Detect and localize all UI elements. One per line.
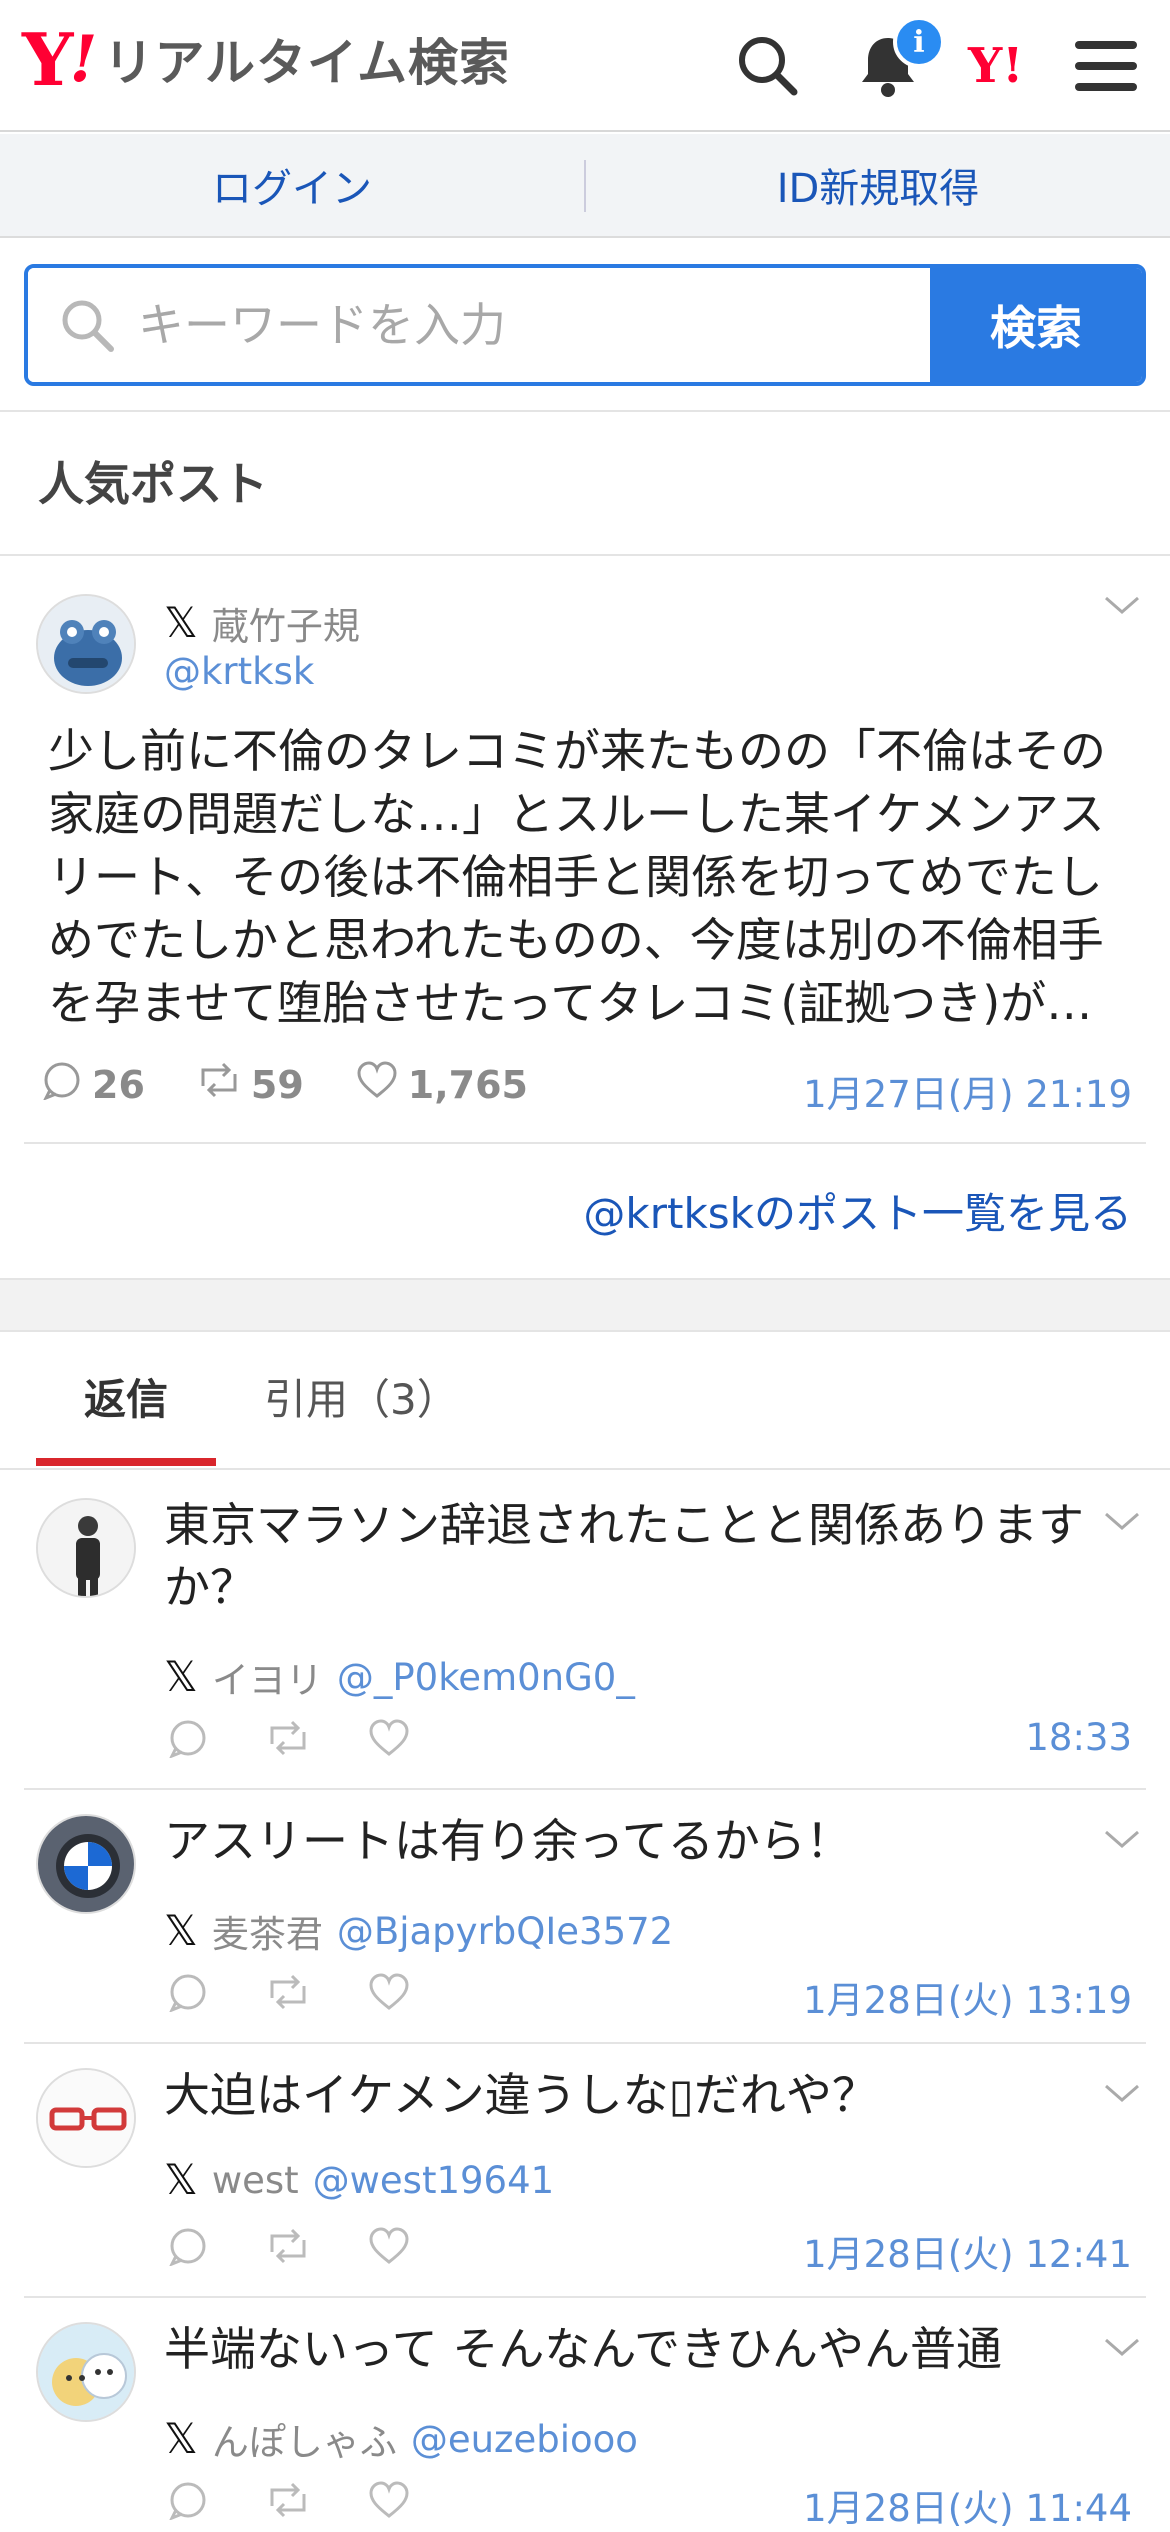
logo-y: Y [22,17,73,102]
post-avatar[interactable] [36,594,136,694]
logo-text: リアルタイム検索 [103,34,510,92]
reply-date[interactable]: 18:33 [1025,1716,1132,1759]
post-date[interactable]: 1月27日(月) 21:19 [803,1064,1132,1118]
reply-author-row: 𝕏 イヨリ @_P0kem0nG0_ [164,1650,635,1704]
post-stats: 26 59 1,765 [42,1060,528,1109]
reply-text: 東京マラソン辞退されたことと関係ありますか？ [164,1498,1084,1614]
reply-avatar[interactable] [36,2068,136,2168]
reply-author-handle[interactable]: @west19641 [313,2159,555,2202]
reply-count: 26 [92,1062,145,1107]
tab-quotes[interactable]: 引用（3） [264,1366,459,1427]
reply-text: 大迫はイケメン違うしな▯だれや？ [164,2068,878,2122]
divider [24,1788,1146,1790]
reply-text: アスリートは有り余ってるから！ [164,1814,852,1868]
search-icon[interactable] [732,30,804,102]
reply-date[interactable]: 1月28日(火) 13:19 [803,1970,1132,2024]
reply-avatar[interactable] [36,1814,136,1914]
reply-author-row: 𝕏 west @west19641 [164,2158,554,2202]
search-button[interactable]: 検索 [930,268,1142,382]
chevron-down-icon[interactable] [1102,1510,1142,1534]
like-icon[interactable] [368,1718,410,1762]
section-gap [0,1278,1170,1332]
hamburger-menu-icon[interactable] [1070,30,1142,102]
login-bar: ログイン ID新規取得 [0,134,1170,238]
yahoo-realtime-logo[interactable]: Y ! リアルタイム検索 [22,24,510,96]
x-logo-icon: 𝕏 [164,1906,198,1955]
repost-icon[interactable] [266,2480,310,2524]
x-logo-icon: 𝕏 [164,598,198,647]
chevron-down-icon[interactable] [1102,2336,1142,2360]
repost-icon[interactable] [266,1972,310,2016]
divider [24,2296,1146,2298]
reply-actions [168,1972,410,2016]
like-icon[interactable] [368,1972,410,2016]
repost-icon[interactable] [197,1060,241,1109]
post-author-row: 𝕏 蔵竹子規 [164,596,360,650]
reply-avatar[interactable] [36,1498,136,1598]
chevron-down-icon[interactable] [1102,2082,1142,2106]
register-link[interactable]: ID新規取得 [586,134,1170,236]
divider [0,1468,1170,1470]
search-field-icon [60,298,116,358]
reply-author-handle[interactable]: @BjapyrbQIe3572 [337,1910,673,1953]
reply-avatar[interactable] [36,2322,136,2422]
search-field-wrapper [28,268,930,382]
like-icon[interactable] [356,1060,398,1109]
reply-author-name[interactable]: イヨリ [212,1650,323,1704]
search-input[interactable] [28,268,930,382]
chevron-down-icon[interactable] [1102,594,1142,618]
reply-author-row: 𝕏 麦茶君 @BjapyrbQIe3572 [164,1904,673,1958]
chevron-down-icon[interactable] [1102,1828,1142,1852]
reply-icon[interactable] [168,2480,208,2524]
post-author-name[interactable]: 蔵竹子規 [212,596,360,650]
reply-icon[interactable] [168,1718,208,1762]
x-logo-icon: 𝕏 [164,2155,198,2204]
reply-icon[interactable] [168,2226,208,2270]
post-body: 少し前に不倫のタレコミが来たものの「不倫はその家庭の問題だしな…」とスルーした某… [48,724,1106,1030]
logo-exclamation: ! [69,22,98,97]
reply-actions [168,2226,410,2270]
x-logo-icon: 𝕏 [164,1652,198,1701]
repost-icon[interactable] [266,1718,310,1762]
reply-author-name[interactable]: west [212,2159,299,2202]
like-icon[interactable] [368,2226,410,2270]
app-header: Y ! リアルタイム検索 i Y! [0,0,1170,132]
reply-author-handle[interactable]: @_P0kem0nG0_ [337,1656,635,1699]
reply-date[interactable]: 1月28日(火) 12:41 [803,2224,1132,2278]
active-tab-indicator [36,1458,216,1466]
reply-text: 半端ないって そんなんできひんやん普通 [164,2322,1003,2376]
yahoo-japan-icon[interactable]: Y! [968,40,1023,92]
notification-badge: i [893,16,945,68]
more-posts-link[interactable]: @krtkskのポスト一覧を見る [583,1180,1132,1241]
divider [0,410,1170,412]
login-link[interactable]: ログイン [0,134,584,236]
reply-icon[interactable] [168,1972,208,2016]
reply-icon[interactable] [42,1060,82,1109]
search-bar: 検索 [24,264,1146,386]
x-logo-icon: 𝕏 [164,2414,198,2463]
reply-date[interactable]: 1月28日(火) 11:44 [803,2478,1132,2532]
divider [0,554,1170,556]
like-count: 1,765 [407,1062,528,1107]
divider [24,2042,1146,2044]
reply-author-handle[interactable]: @euzebiooo [411,2418,638,2461]
repost-icon[interactable] [266,2226,310,2270]
reply-actions [168,2480,410,2524]
reply-author-row: 𝕏 んぽしゃふ @euzebiooo [164,2412,638,2466]
repost-count: 59 [250,1062,304,1107]
reply-author-name[interactable]: んぽしゃふ [212,2412,397,2466]
like-icon[interactable] [368,2480,410,2524]
tab-replies[interactable]: 返信 [84,1366,168,1427]
section-title: 人気ポスト [38,457,268,511]
divider [24,1142,1146,1144]
post-author-handle[interactable]: @krtksk [164,650,314,693]
reply-author-name[interactable]: 麦茶君 [212,1904,323,1958]
reply-actions [168,1718,410,1762]
